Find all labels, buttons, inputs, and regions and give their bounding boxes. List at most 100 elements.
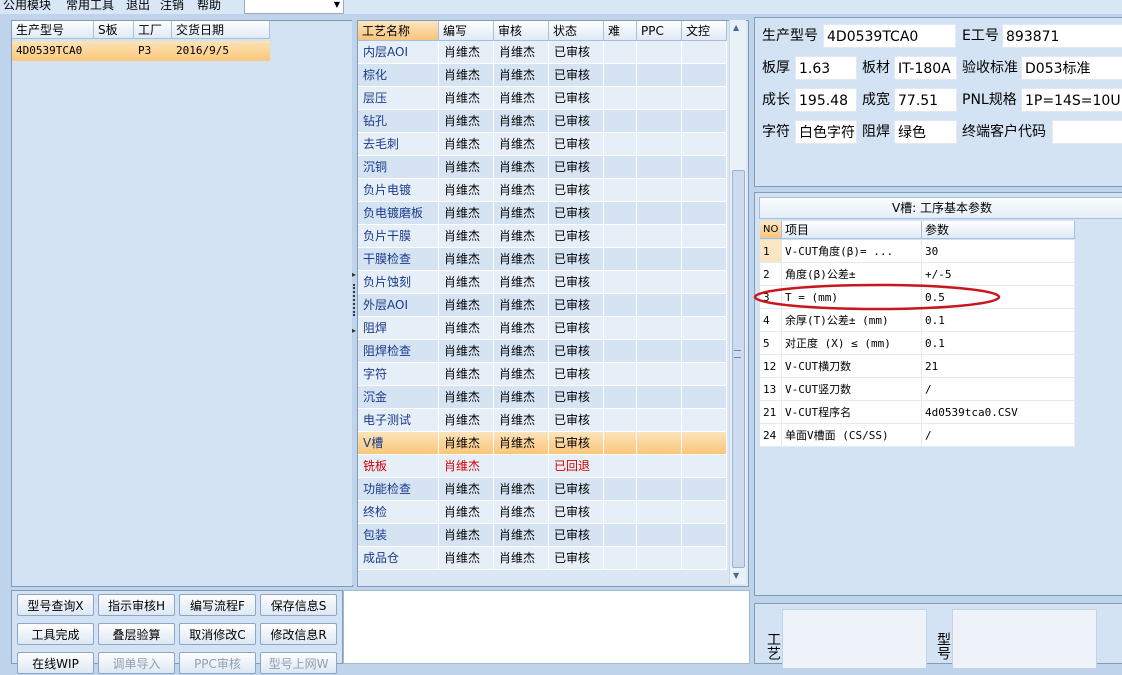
char-field[interactable]: 白色字符 — [795, 120, 857, 144]
scroll-up-icon[interactable]: ▲ — [733, 23, 739, 32]
cell-doc-control — [682, 133, 727, 156]
param-row[interactable]: 21 V-CUT程序名 4d0539tca0.CSV — [760, 401, 1075, 424]
cell-item: V-CUT竖刀数 — [782, 378, 922, 401]
memo-area[interactable] — [343, 590, 750, 664]
cell-status: 已审核 — [549, 179, 604, 202]
process-row[interactable]: 棕化 肖维杰 肖维杰 已审核 — [358, 64, 727, 87]
import-order-button[interactable]: 调单导入 — [98, 652, 175, 674]
cell-process-name: 铣板 — [358, 455, 439, 478]
model-online-button[interactable]: 型号上网W — [260, 652, 337, 674]
pnl-field[interactable]: 1P=14S=10U — [1021, 88, 1122, 112]
process-row[interactable]: 干膜检查 肖维杰 肖维杰 已审核 — [358, 248, 727, 271]
col-header-no[interactable]: NO — [760, 221, 782, 239]
mask-field[interactable]: 绿色 — [894, 120, 957, 144]
col-header-item[interactable]: 项目 — [782, 221, 922, 239]
menu-common-tools[interactable]: 常用工具 — [66, 0, 114, 13]
process-row[interactable]: V槽 肖维杰 肖维杰 已审核 — [358, 432, 727, 455]
eno-field[interactable]: 893871 — [1002, 24, 1122, 48]
process-row[interactable]: 终检 肖维杰 肖维杰 已审核 — [358, 501, 727, 524]
model-box[interactable] — [952, 609, 1097, 669]
width-label: 成宽 — [862, 92, 890, 108]
table-row[interactable]: 4D0539TCA0 P3 2016/9/5 — [12, 41, 270, 61]
cell-reviewer: 肖维杰 — [494, 41, 549, 64]
save-info-button[interactable]: 保存信息S — [260, 594, 337, 616]
stackup-check-button[interactable]: 叠层验算 — [98, 623, 175, 645]
thickness-field[interactable]: 1.63 — [795, 56, 857, 80]
cell-doc-control — [682, 248, 727, 271]
cell-process-name: 包装 — [358, 524, 439, 547]
length-field[interactable]: 195.48 — [795, 88, 857, 112]
process-row[interactable]: 去毛刺 肖维杰 肖维杰 已审核 — [358, 133, 727, 156]
scroll-down-icon[interactable]: ▼ — [733, 571, 739, 580]
process-row[interactable]: 铣板 肖维杰 已回退 — [358, 455, 727, 478]
col-header-delivery-date[interactable]: 交货日期 — [172, 21, 270, 39]
col-header-factory[interactable]: 工厂 — [134, 21, 172, 39]
col-header-process-name[interactable]: 工艺名称 — [358, 21, 439, 41]
process-row[interactable]: 字符 肖维杰 肖维杰 已审核 — [358, 363, 727, 386]
length-label: 成长 — [762, 92, 790, 108]
material-field[interactable]: IT-180A — [894, 56, 957, 80]
chevron-down-icon[interactable]: ▼ — [334, 0, 340, 9]
process-row[interactable]: 负片蚀刻 肖维杰 肖维杰 已审核 — [358, 271, 727, 294]
param-row[interactable]: 3T = (mm) 0.5 — [760, 286, 1075, 309]
online-wip-button[interactable]: 在线WIP — [17, 652, 94, 674]
edit-info-button[interactable]: 修改信息R — [260, 623, 337, 645]
col-header-model[interactable]: 生产型号 — [12, 21, 94, 39]
model-query-button[interactable]: 型号查询X — [17, 594, 94, 616]
ppc-review-button[interactable]: PPC审核 — [179, 652, 256, 674]
col-header-difficulty[interactable]: 难 — [604, 21, 637, 41]
process-row[interactable]: 阻焊 肖维杰 肖维杰 已审核 — [358, 317, 727, 340]
process-box[interactable] — [782, 609, 927, 669]
process-row[interactable]: 负片干膜 肖维杰 肖维杰 已审核 — [358, 225, 727, 248]
menu-logout[interactable]: 注销 — [160, 0, 184, 13]
cell-ppc — [637, 409, 682, 432]
col-header-status[interactable]: 状态 — [549, 21, 604, 41]
col-header-ppc[interactable]: PPC — [637, 21, 682, 41]
col-header-writer[interactable]: 编写 — [439, 21, 494, 41]
cell-status: 已回退 — [549, 455, 604, 478]
process-row[interactable]: 功能检查 肖维杰 肖维杰 已审核 — [358, 478, 727, 501]
process-row[interactable]: 负片电镀 肖维杰 肖维杰 已审核 — [358, 179, 727, 202]
cell-item: 单面V槽面 (CS/SS) — [782, 424, 922, 447]
splitter-handle[interactable]: ▸ ▸ — [352, 20, 356, 585]
process-row[interactable]: 沉铜 肖维杰 肖维杰 已审核 — [358, 156, 727, 179]
param-row[interactable]: 1 V-CUT角度(β)= ... 30 — [760, 240, 1075, 263]
tool-complete-button[interactable]: 工具完成 — [17, 623, 94, 645]
cancel-edit-button[interactable]: 取消修改C — [179, 623, 256, 645]
param-row[interactable]: 5 对正度 (X) ≤ (mm) 0.1 — [760, 332, 1075, 355]
menu-exit[interactable]: 退出 — [126, 0, 150, 13]
param-row[interactable]: 4 余厚(T)公差± (mm) 0.1 — [760, 309, 1075, 332]
write-flow-button[interactable]: 编写流程F — [179, 594, 256, 616]
process-row[interactable]: 沉金 肖维杰 肖维杰 已审核 — [358, 386, 727, 409]
customer-field[interactable] — [1052, 120, 1122, 144]
menu-combo-box[interactable]: ▼ — [244, 0, 344, 14]
process-row[interactable]: 钻孔 肖维杰 肖维杰 已审核 — [358, 110, 727, 133]
cell-writer: 肖维杰 — [439, 363, 494, 386]
param-row[interactable]: 12 V-CUT横刀数 21 — [760, 355, 1075, 378]
process-scrollbar[interactable]: ▲ ▼ — [729, 20, 746, 584]
col-header-s-board[interactable]: S板 — [94, 21, 134, 39]
process-row[interactable]: 层压 肖维杰 肖维杰 已审核 — [358, 87, 727, 110]
menu-common-module[interactable]: 公用模块 — [3, 0, 51, 13]
width-field[interactable]: 77.51 — [894, 88, 957, 112]
cell-difficulty — [604, 202, 637, 225]
param-row[interactable]: 24 单面V槽面 (CS/SS) / — [760, 424, 1075, 447]
param-row[interactable]: 13 V-CUT竖刀数 / — [760, 378, 1075, 401]
standard-field[interactable]: D053标准 — [1021, 56, 1122, 80]
process-row[interactable]: 成品仓 肖维杰 肖维杰 已审核 — [358, 547, 727, 570]
process-row[interactable]: 负电镀磨板 肖维杰 肖维杰 已审核 — [358, 202, 727, 225]
model-field[interactable]: 4D0539TCA0 — [823, 24, 956, 48]
col-header-param[interactable]: 参数 — [922, 221, 1075, 239]
process-row[interactable]: 电子测试 肖维杰 肖维杰 已审核 — [358, 409, 727, 432]
col-header-doc-control[interactable]: 文控 — [682, 21, 727, 41]
param-row[interactable]: 2 角度(β)公差± +/-5 — [760, 263, 1075, 286]
review-instruction-button[interactable]: 指示审核H — [98, 594, 175, 616]
process-row[interactable]: 包装 肖维杰 肖维杰 已审核 — [358, 524, 727, 547]
scrollbar-thumb[interactable] — [732, 170, 745, 568]
cell-writer: 肖维杰 — [439, 409, 494, 432]
process-row[interactable]: 外层AOI 肖维杰 肖维杰 已审核 — [358, 294, 727, 317]
menu-help[interactable]: 帮助 — [197, 0, 221, 13]
process-row[interactable]: 阻焊检查 肖维杰 肖维杰 已审核 — [358, 340, 727, 363]
process-row[interactable]: 内层AOI 肖维杰 肖维杰 已审核 — [358, 41, 727, 64]
col-header-reviewer[interactable]: 审核 — [494, 21, 549, 41]
